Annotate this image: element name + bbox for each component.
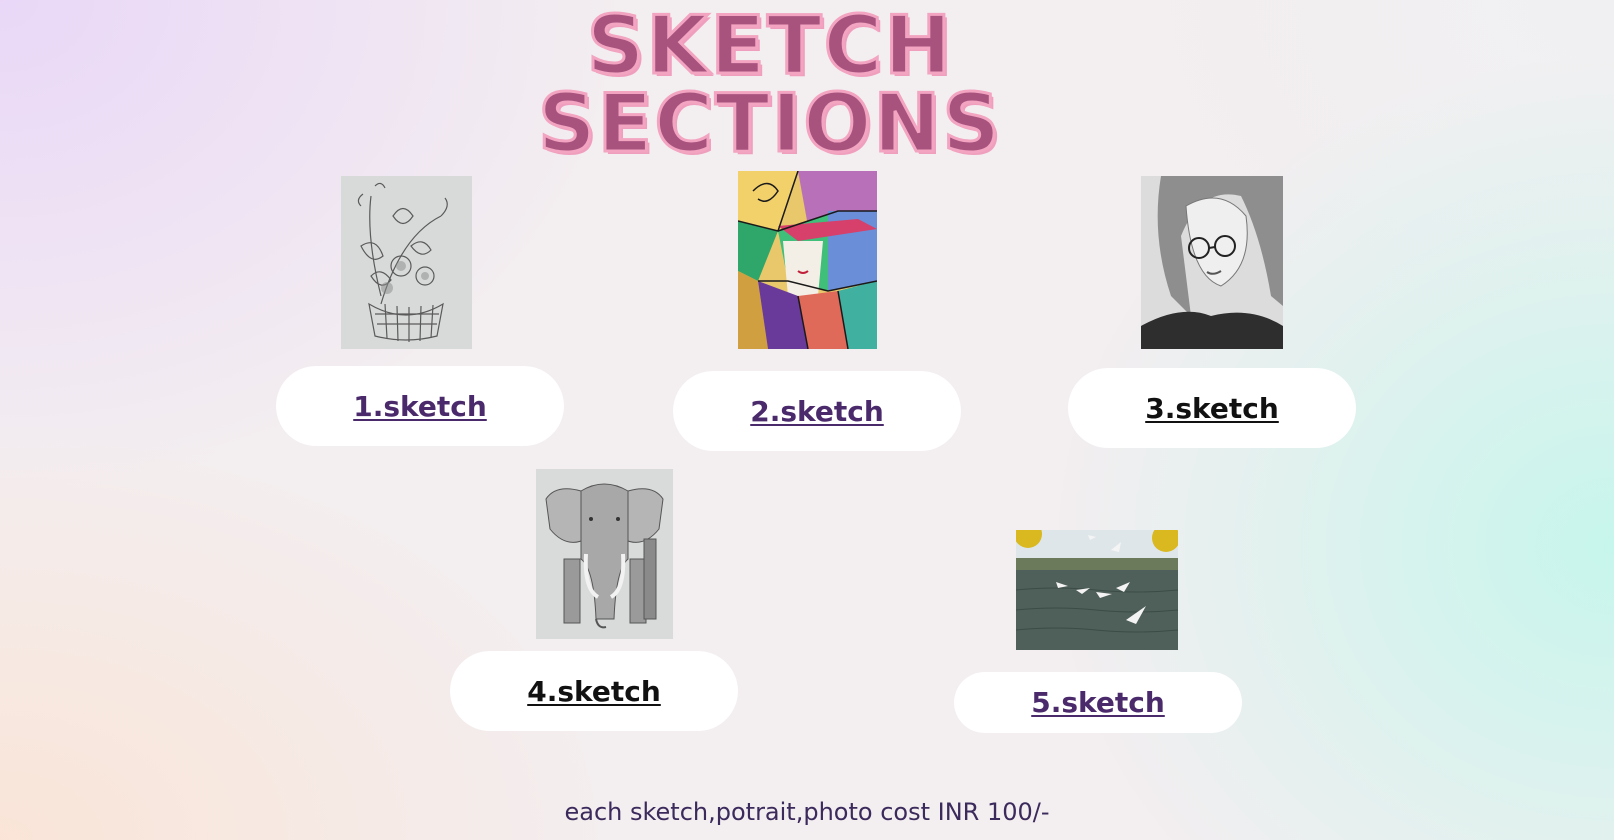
- sketch-5-button[interactable]: 5.sketch: [954, 672, 1242, 733]
- price-note: each sketch,potrait,photo cost INR 100/-: [564, 798, 1050, 826]
- page-title-line-2: SECTIONS: [537, 77, 1002, 170]
- sketch-5-link[interactable]: 5.sketch: [1031, 686, 1165, 719]
- page-title-line-1: SKETCH: [585, 0, 954, 92]
- elephant-sketch-image: [536, 469, 673, 639]
- sketch-2-button[interactable]: 2.sketch: [673, 371, 961, 451]
- sketch-1-link[interactable]: 1.sketch: [353, 390, 487, 423]
- cubist-woman-painting-image: [738, 171, 877, 349]
- seagulls-on-river-image: [1016, 530, 1178, 650]
- flower-basket-sketch-image: [341, 176, 472, 349]
- sketch-3-button[interactable]: 3.sketch: [1068, 368, 1356, 448]
- girl-with-glasses-portrait-image: [1141, 176, 1283, 349]
- sketch-1-button[interactable]: 1.sketch: [276, 366, 564, 446]
- sketch-4-button[interactable]: 4.sketch: [450, 651, 738, 731]
- sketch-3-link[interactable]: 3.sketch: [1145, 392, 1279, 425]
- sketch-2-link[interactable]: 2.sketch: [750, 395, 884, 428]
- sketch-4-link[interactable]: 4.sketch: [527, 675, 661, 708]
